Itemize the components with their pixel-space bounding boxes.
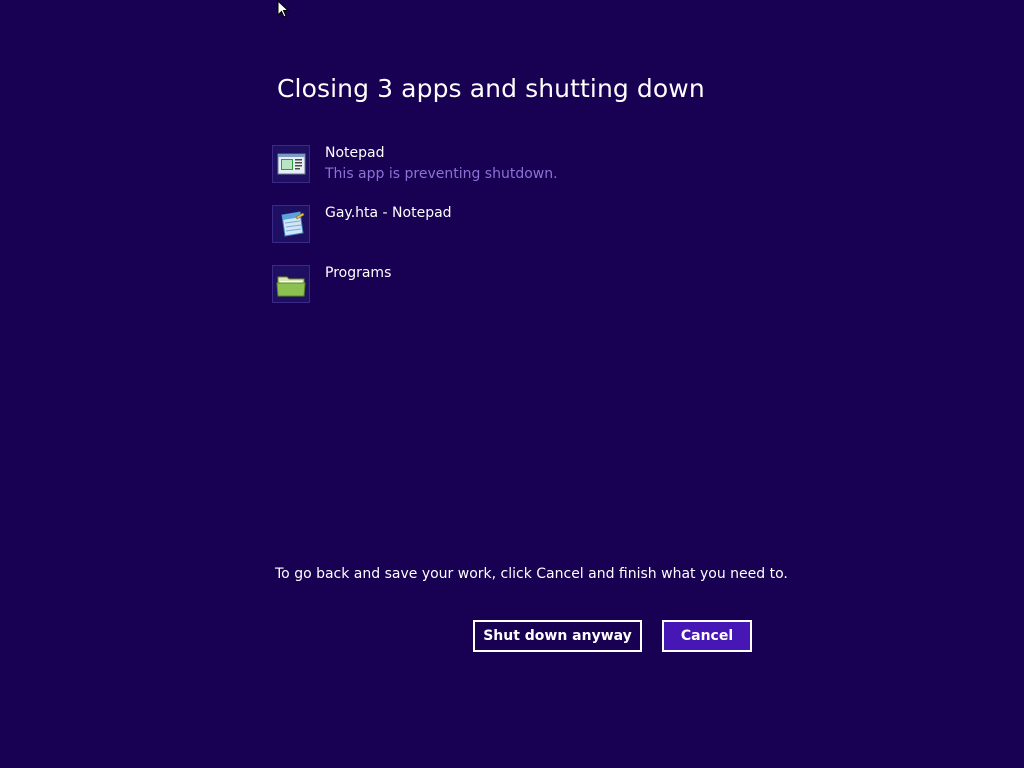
app-name: Notepad <box>325 145 385 161</box>
cancel-button[interactable]: Cancel <box>662 620 752 652</box>
list-item-programs: Programs <box>272 265 752 305</box>
app-list: Notepad This app is preventing shutdown.… <box>272 145 752 325</box>
list-item-gay-hta-notepad: Gay.hta - Notepad <box>272 205 752 245</box>
notepad-window-icon <box>272 145 310 183</box>
app-status: This app is preventing shutdown. <box>325 166 558 182</box>
list-item-notepad: Notepad This app is preventing shutdown. <box>272 145 752 185</box>
mouse-cursor-icon <box>277 0 289 18</box>
folder-icon <box>272 265 310 303</box>
page-title: Closing 3 apps and shutting down <box>277 74 705 103</box>
shutdown-screen: Closing 3 apps and shutting down Notepad… <box>0 0 1024 768</box>
instruction-text: To go back and save your work, click Can… <box>275 566 788 582</box>
notepad-icon <box>272 205 310 243</box>
app-name: Programs <box>325 265 392 281</box>
app-name: Gay.hta - Notepad <box>325 205 452 221</box>
shut-down-anyway-button[interactable]: Shut down anyway <box>473 620 642 652</box>
